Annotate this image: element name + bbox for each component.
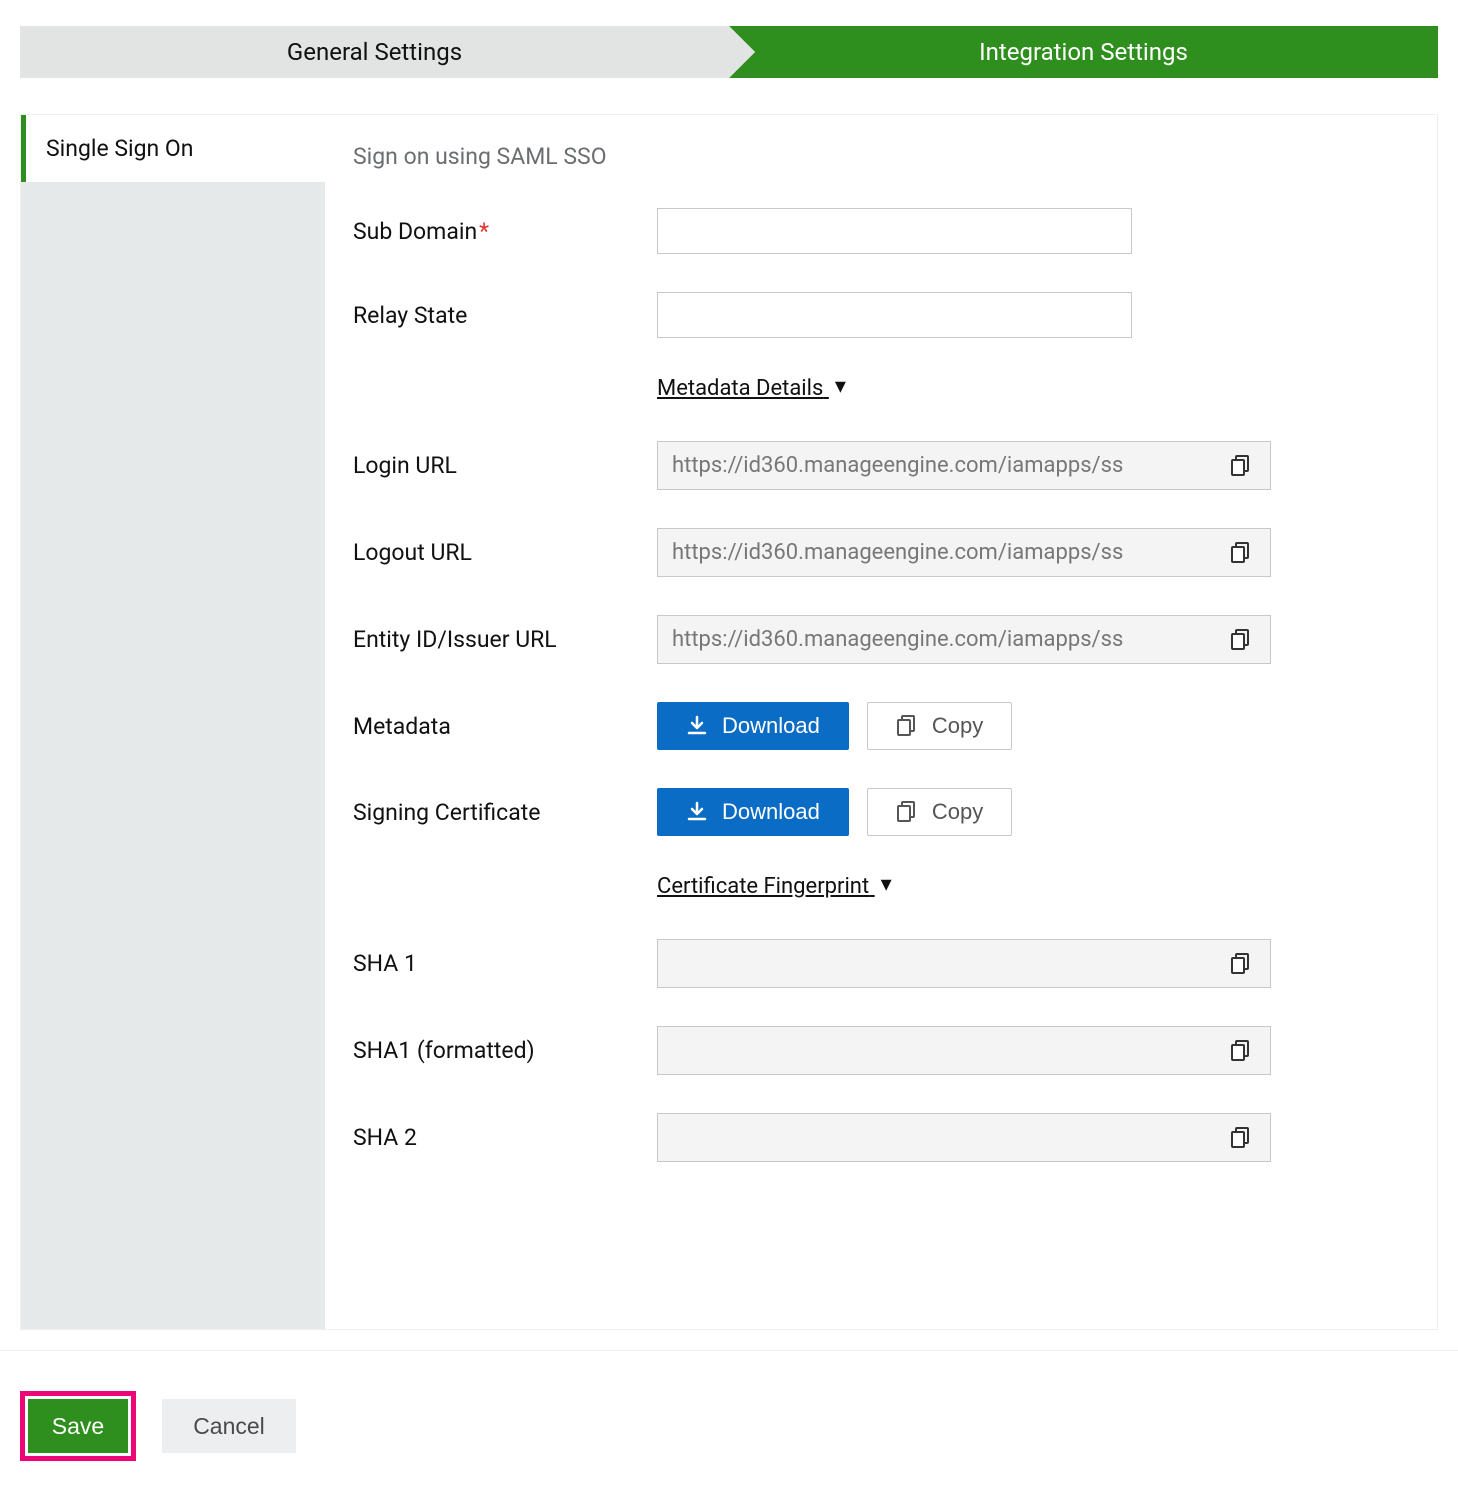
copy-icon	[1230, 1039, 1252, 1063]
metadata-details-toggle[interactable]: Metadata Details ▾	[657, 376, 846, 401]
settings-sidebar: Single Sign On	[21, 115, 325, 1329]
entity-id-field: https://id360.manageengine.com/iamapps/s…	[672, 627, 1226, 652]
copy-sha2-button[interactable]	[1226, 1122, 1256, 1154]
download-icon	[686, 715, 708, 737]
relay-state-input[interactable]	[657, 292, 1132, 338]
copy-icon	[1230, 454, 1252, 478]
button-label: Copy	[932, 713, 983, 739]
save-button[interactable]: Save	[28, 1399, 128, 1453]
certificate-fingerprint-toggle[interactable]: Certificate Fingerprint ▾	[657, 874, 892, 899]
label-relay-state: Relay State	[353, 302, 657, 329]
disclosure-label: Certificate Fingerprint	[657, 874, 869, 899]
tab-integration-settings[interactable]: Integration Settings	[729, 26, 1438, 78]
copy-sha1-formatted-button[interactable]	[1226, 1035, 1256, 1067]
copy-icon	[896, 714, 918, 738]
label-sha1: SHA 1	[353, 950, 657, 977]
tab-general-settings[interactable]: General Settings	[20, 26, 729, 78]
cancel-button[interactable]: Cancel	[162, 1399, 296, 1453]
disclosure-label: Metadata Details	[657, 376, 823, 401]
copy-sha1-button[interactable]	[1226, 948, 1256, 980]
copy-icon	[1230, 1126, 1252, 1150]
label-metadata: Metadata	[353, 713, 657, 740]
sidebar-item-single-sign-on[interactable]: Single Sign On	[21, 115, 325, 182]
download-metadata-button[interactable]: Download	[657, 702, 849, 750]
section-title: Sign on using SAML SSO	[353, 143, 1423, 170]
copy-login-url-button[interactable]	[1226, 450, 1256, 482]
download-certificate-button[interactable]: Download	[657, 788, 849, 836]
button-label: Download	[722, 799, 820, 825]
caret-down-icon: ▾	[835, 374, 846, 399]
label-signing-certificate: Signing Certificate	[353, 799, 657, 826]
button-label: Download	[722, 713, 820, 739]
label-logout-url: Logout URL	[353, 539, 657, 566]
caret-down-icon: ▾	[881, 872, 892, 897]
label-login-url: Login URL	[353, 452, 657, 479]
copy-icon	[1230, 952, 1252, 976]
sub-domain-input[interactable]	[657, 208, 1132, 254]
copy-certificate-button[interactable]: Copy	[867, 788, 1012, 836]
copy-icon	[1230, 628, 1252, 652]
sidebar-item-label: Single Sign On	[46, 135, 193, 162]
button-label: Copy	[932, 799, 983, 825]
copy-metadata-button[interactable]: Copy	[867, 702, 1012, 750]
copy-logout-url-button[interactable]	[1226, 537, 1256, 569]
login-url-field: https://id360.manageengine.com/iamapps/s…	[672, 453, 1226, 478]
label-sub-domain: Sub Domain*	[353, 218, 657, 245]
label-entity-id: Entity ID/Issuer URL	[353, 626, 657, 653]
label-sha2: SHA 2	[353, 1124, 657, 1151]
copy-icon	[896, 800, 918, 824]
tab-label: General Settings	[287, 38, 462, 66]
logout-url-field: https://id360.manageengine.com/iamapps/s…	[672, 540, 1226, 565]
save-button-highlight: Save	[20, 1391, 136, 1461]
copy-entity-id-button[interactable]	[1226, 624, 1256, 656]
copy-icon	[1230, 541, 1252, 565]
tab-label: Integration Settings	[979, 38, 1188, 66]
download-icon	[686, 801, 708, 823]
label-sha1-formatted: SHA1 (formatted)	[353, 1037, 657, 1064]
